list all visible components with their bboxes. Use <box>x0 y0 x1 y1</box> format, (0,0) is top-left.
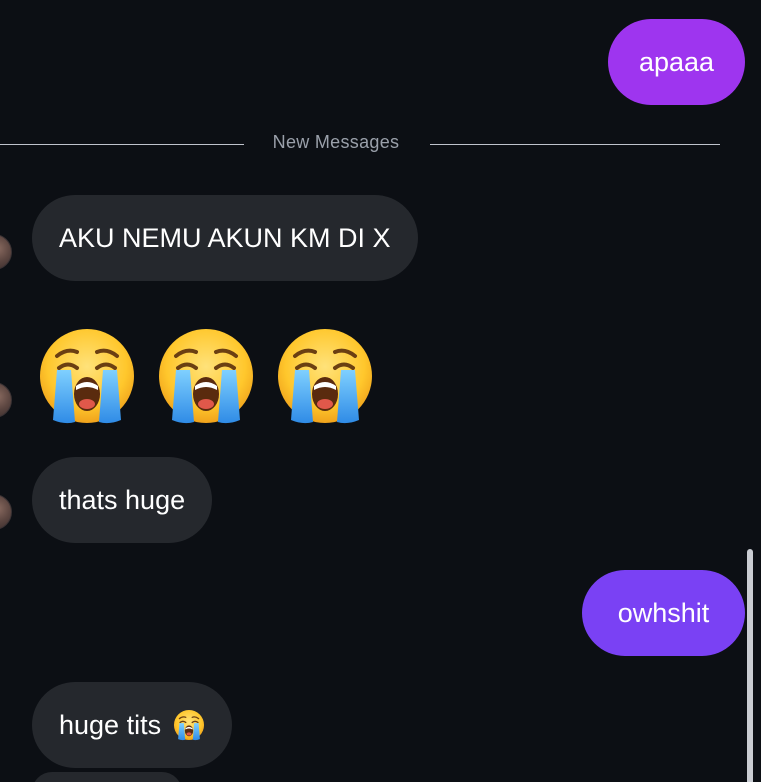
divider-line-left <box>0 144 244 145</box>
outgoing-message-bubble[interactable]: owhshit <box>582 570 745 656</box>
divider-line-right <box>430 144 720 145</box>
message-text: owhshit <box>617 597 710 628</box>
incoming-message-bubble[interactable]: thats huge <box>32 457 213 543</box>
message-text: apaaa <box>638 46 715 77</box>
outgoing-message-bubble[interactable]: apaaa <box>608 19 745 105</box>
sender-avatar[interactable] <box>0 494 12 530</box>
incoming-message-bubble[interactable]: huge tits <box>32 682 233 768</box>
incoming-message-bubble-partial[interactable] <box>32 772 182 782</box>
message-text: AKU NEMU AKUN KM DI X <box>59 222 391 253</box>
chat-view: apaaa New Messages AKU NEMU AKUN KM DI X… <box>0 0 761 782</box>
message-text: thats huge <box>59 484 186 515</box>
loudly-crying-face-icon <box>173 709 205 741</box>
incoming-message-bubble[interactable]: AKU NEMU AKUN KM DI X <box>32 195 418 281</box>
sender-avatar[interactable] <box>0 234 12 270</box>
loudly-crying-face-icon <box>37 326 137 426</box>
sender-avatar[interactable] <box>0 382 12 418</box>
new-messages-label: New Messages <box>272 132 400 152</box>
message-text: huge tits <box>59 709 162 740</box>
loudly-crying-face-icon <box>156 326 256 426</box>
loudly-crying-face-icon <box>275 326 375 426</box>
scrollbar-thumb[interactable] <box>747 549 753 782</box>
new-messages-divider: New Messages <box>0 130 720 158</box>
